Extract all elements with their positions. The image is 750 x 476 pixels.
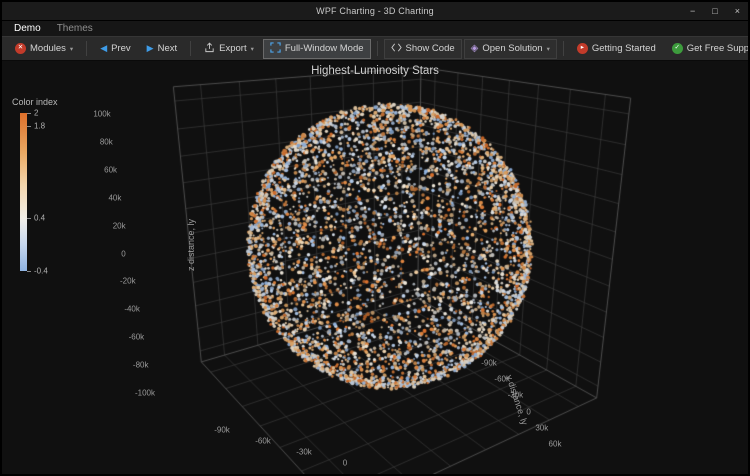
modules-button[interactable]: ✕ Modules ▾ — [8, 39, 80, 59]
y-axis-tick-label: -60k — [494, 375, 510, 384]
legend-tick-mark — [27, 126, 31, 127]
x-axis-tick-label: -60k — [255, 437, 271, 446]
next-button[interactable]: ▶ Next — [140, 39, 184, 59]
close-button[interactable]: × — [735, 7, 740, 16]
z-axis-title: z distance, ly — [186, 219, 196, 271]
open-solution-label: Open Solution — [482, 43, 542, 54]
menu-item-themes[interactable]: Themes — [57, 23, 93, 34]
z-axis-tick-label: 60k — [104, 165, 117, 174]
getting-started-label: Getting Started — [592, 43, 656, 54]
getting-started-button[interactable]: ▸ Getting Started — [570, 39, 663, 59]
export-icon — [204, 42, 215, 56]
window-title: WPF Charting - 3D Charting — [2, 6, 748, 16]
legend-tick-mark — [27, 113, 31, 114]
toolbar-separator — [190, 41, 191, 56]
getting-started-icon: ▸ — [577, 43, 588, 54]
z-axis-tick-label: 80k — [100, 137, 113, 146]
app-window: WPF Charting - 3D Charting − □ × Demo Th… — [0, 0, 750, 476]
x-axis-tick-label: -90k — [214, 426, 230, 435]
minimize-button[interactable]: − — [690, 7, 695, 16]
z-axis-tick-label: -40k — [124, 305, 140, 314]
menu-item-demo[interactable]: Demo — [14, 23, 41, 34]
legend-tick-label: -0.4 — [34, 267, 48, 276]
next-label: Next — [158, 43, 178, 54]
prev-arrow-icon: ◀ — [100, 44, 107, 53]
z-axis-tick-label: 40k — [108, 193, 121, 202]
x-axis-tick-label: -30k — [296, 448, 312, 457]
legend-title: Color index — [12, 97, 58, 107]
y-axis-tick-label: 60k — [549, 440, 562, 449]
full-window-icon — [270, 42, 281, 56]
legend-tick-label: 1.8 — [34, 122, 45, 131]
titlebar[interactable]: WPF Charting - 3D Charting − □ × — [2, 2, 748, 21]
legend-tick-mark — [27, 271, 31, 272]
chevron-down-icon: ▾ — [70, 45, 73, 53]
open-solution-button[interactable]: ◈ Open Solution ▾ — [464, 39, 557, 59]
legend-tick-label: 2 — [34, 109, 38, 118]
x-axis-tick-label: 0 — [343, 459, 347, 468]
prev-button[interactable]: ◀ Prev — [93, 39, 137, 59]
show-code-label: Show Code — [406, 43, 455, 54]
chevron-down-icon: ▾ — [547, 45, 550, 53]
y-axis-tick-label: 0 — [526, 407, 530, 416]
menubar: Demo Themes — [2, 21, 748, 36]
z-axis-tick-label: -60k — [129, 333, 145, 342]
export-button[interactable]: Export ▾ — [197, 39, 261, 59]
legend-tick-label: 0.4 — [34, 214, 45, 223]
export-label: Export — [219, 43, 246, 54]
chart-3d-viewport[interactable] — [2, 61, 748, 474]
chevron-down-icon: ▾ — [251, 45, 254, 53]
code-icon — [391, 42, 402, 56]
modules-label: Modules — [30, 43, 66, 54]
toolbar-separator — [563, 41, 564, 56]
legend-gradient-bar — [20, 113, 27, 271]
maximize-button[interactable]: □ — [712, 7, 717, 16]
chart-title: Highest-Luminosity Stars — [2, 65, 748, 77]
z-axis-tick-label: -20k — [120, 277, 136, 286]
next-arrow-icon: ▶ — [147, 44, 154, 53]
toolbar-separator — [86, 41, 87, 56]
toolbar-separator — [377, 41, 378, 56]
z-axis-tick-label: 20k — [113, 221, 126, 230]
y-axis-tick-label: 30k — [535, 423, 548, 432]
toolbar: ✕ Modules ▾ ◀ Prev ▶ Next Export ▾ Full-… — [2, 36, 748, 61]
z-axis-tick-label: -100k — [135, 389, 155, 398]
get-free-support-button[interactable]: ✓ Get Free Support — [665, 39, 750, 59]
legend-tick-mark — [27, 218, 31, 219]
support-icon: ✓ — [672, 43, 683, 54]
full-window-label: Full-Window Mode — [285, 43, 364, 54]
full-window-mode-button[interactable]: Full-Window Mode — [263, 39, 371, 59]
z-axis-tick-label: -80k — [133, 361, 149, 370]
z-axis-tick-label: 100k — [93, 110, 110, 119]
get-free-support-label: Get Free Support — [687, 43, 750, 54]
z-axis-tick-label: 0 — [121, 249, 125, 258]
solution-icon: ◈ — [471, 44, 479, 54]
show-code-button[interactable]: Show Code — [384, 39, 462, 59]
modules-icon: ✕ — [15, 43, 26, 54]
y-axis-tick-label: -90k — [481, 359, 497, 368]
y-axis-tick-label: -30k — [508, 391, 524, 400]
prev-label: Prev — [111, 43, 131, 54]
window-controls: − □ × — [690, 2, 740, 20]
chart-panel: Highest-Luminosity Stars Color index 2 1.… — [2, 61, 748, 474]
